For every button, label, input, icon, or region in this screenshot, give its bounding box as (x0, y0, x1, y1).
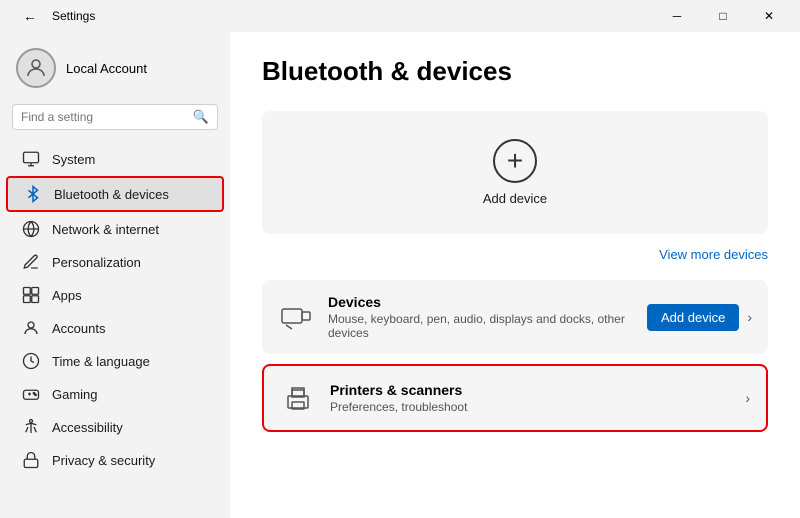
add-device-plus-icon: + (493, 139, 537, 183)
view-more-anchor[interactable]: View more devices (659, 247, 768, 262)
window-controls: ─ □ ✕ (654, 0, 792, 32)
minimize-button[interactable]: ─ (654, 0, 700, 32)
add-device-button[interactable]: Add device (647, 304, 739, 331)
main-content: Local Account 🔍 System Bluetooth & devic… (0, 32, 800, 518)
bluetooth-icon (24, 185, 42, 203)
user-name: Local Account (66, 61, 147, 76)
personalization-icon (22, 253, 40, 271)
search-input[interactable] (21, 110, 187, 124)
sidebar-item-label: Apps (52, 288, 82, 303)
sidebar-item-apps[interactable]: Apps (6, 279, 224, 311)
device-title: Devices (328, 294, 633, 310)
nav-items-container: System Bluetooth & devices Network & int… (0, 142, 230, 477)
search-box[interactable]: 🔍 (12, 104, 218, 130)
search-icon: 🔍 (193, 109, 209, 125)
devices-icon (278, 299, 314, 335)
device-subtitle: Mouse, keyboard, pen, audio, displays an… (328, 312, 633, 340)
avatar (16, 48, 56, 88)
device-title: Printers & scanners (330, 382, 731, 398)
sidebar-item-personalization[interactable]: Personalization (6, 246, 224, 278)
apps-icon (22, 286, 40, 304)
back-button[interactable]: ← (16, 2, 44, 30)
accounts-icon (22, 319, 40, 337)
app-title: Settings (52, 9, 95, 23)
sidebar-item-label: Time & language (52, 354, 150, 369)
time-icon (22, 352, 40, 370)
sidebar-item-accessibility[interactable]: Accessibility (6, 411, 224, 443)
privacy-icon (22, 451, 40, 469)
user-section: Local Account (0, 40, 230, 104)
device-row-printers[interactable]: Printers & scanners Preferences, trouble… (262, 364, 768, 432)
gaming-icon (22, 385, 40, 403)
sidebar-item-label: Accessibility (52, 420, 123, 435)
page-title: Bluetooth & devices (262, 56, 768, 87)
device-rows-container: Devices Mouse, keyboard, pen, audio, dis… (262, 280, 768, 432)
accessibility-icon (22, 418, 40, 436)
add-device-label: Add device (483, 191, 547, 206)
chevron-right-icon: › (745, 390, 750, 406)
device-subtitle: Preferences, troubleshoot (330, 400, 731, 414)
view-more-link[interactable]: View more devices (262, 246, 768, 264)
maximize-button[interactable]: □ (700, 0, 746, 32)
network-icon (22, 220, 40, 238)
sidebar-item-label: Bluetooth & devices (54, 187, 169, 202)
sidebar-item-network[interactable]: Network & internet (6, 213, 224, 245)
sidebar-item-label: Privacy & security (52, 453, 155, 468)
system-icon (22, 150, 40, 168)
close-button[interactable]: ✕ (746, 0, 792, 32)
add-device-card[interactable]: + Add device (262, 111, 768, 234)
sidebar-item-label: Network & internet (52, 222, 159, 237)
sidebar-item-label: Gaming (52, 387, 98, 402)
sidebar-item-label: System (52, 152, 95, 167)
sidebar-item-gaming[interactable]: Gaming (6, 378, 224, 410)
device-row-devices[interactable]: Devices Mouse, keyboard, pen, audio, dis… (262, 280, 768, 354)
printers-icon (280, 380, 316, 416)
title-bar: ← Settings ─ □ ✕ (0, 0, 800, 32)
sidebar-item-label: Accounts (52, 321, 105, 336)
sidebar-item-privacy[interactable]: Privacy & security (6, 444, 224, 476)
chevron-right-icon: › (747, 309, 752, 325)
sidebar: Local Account 🔍 System Bluetooth & devic… (0, 32, 230, 518)
sidebar-item-time[interactable]: Time & language (6, 345, 224, 377)
content-area: Bluetooth & devices + Add device View mo… (230, 32, 800, 518)
sidebar-item-system[interactable]: System (6, 143, 224, 175)
sidebar-item-bluetooth[interactable]: Bluetooth & devices (6, 176, 224, 212)
sidebar-item-label: Personalization (52, 255, 141, 270)
sidebar-item-accounts[interactable]: Accounts (6, 312, 224, 344)
